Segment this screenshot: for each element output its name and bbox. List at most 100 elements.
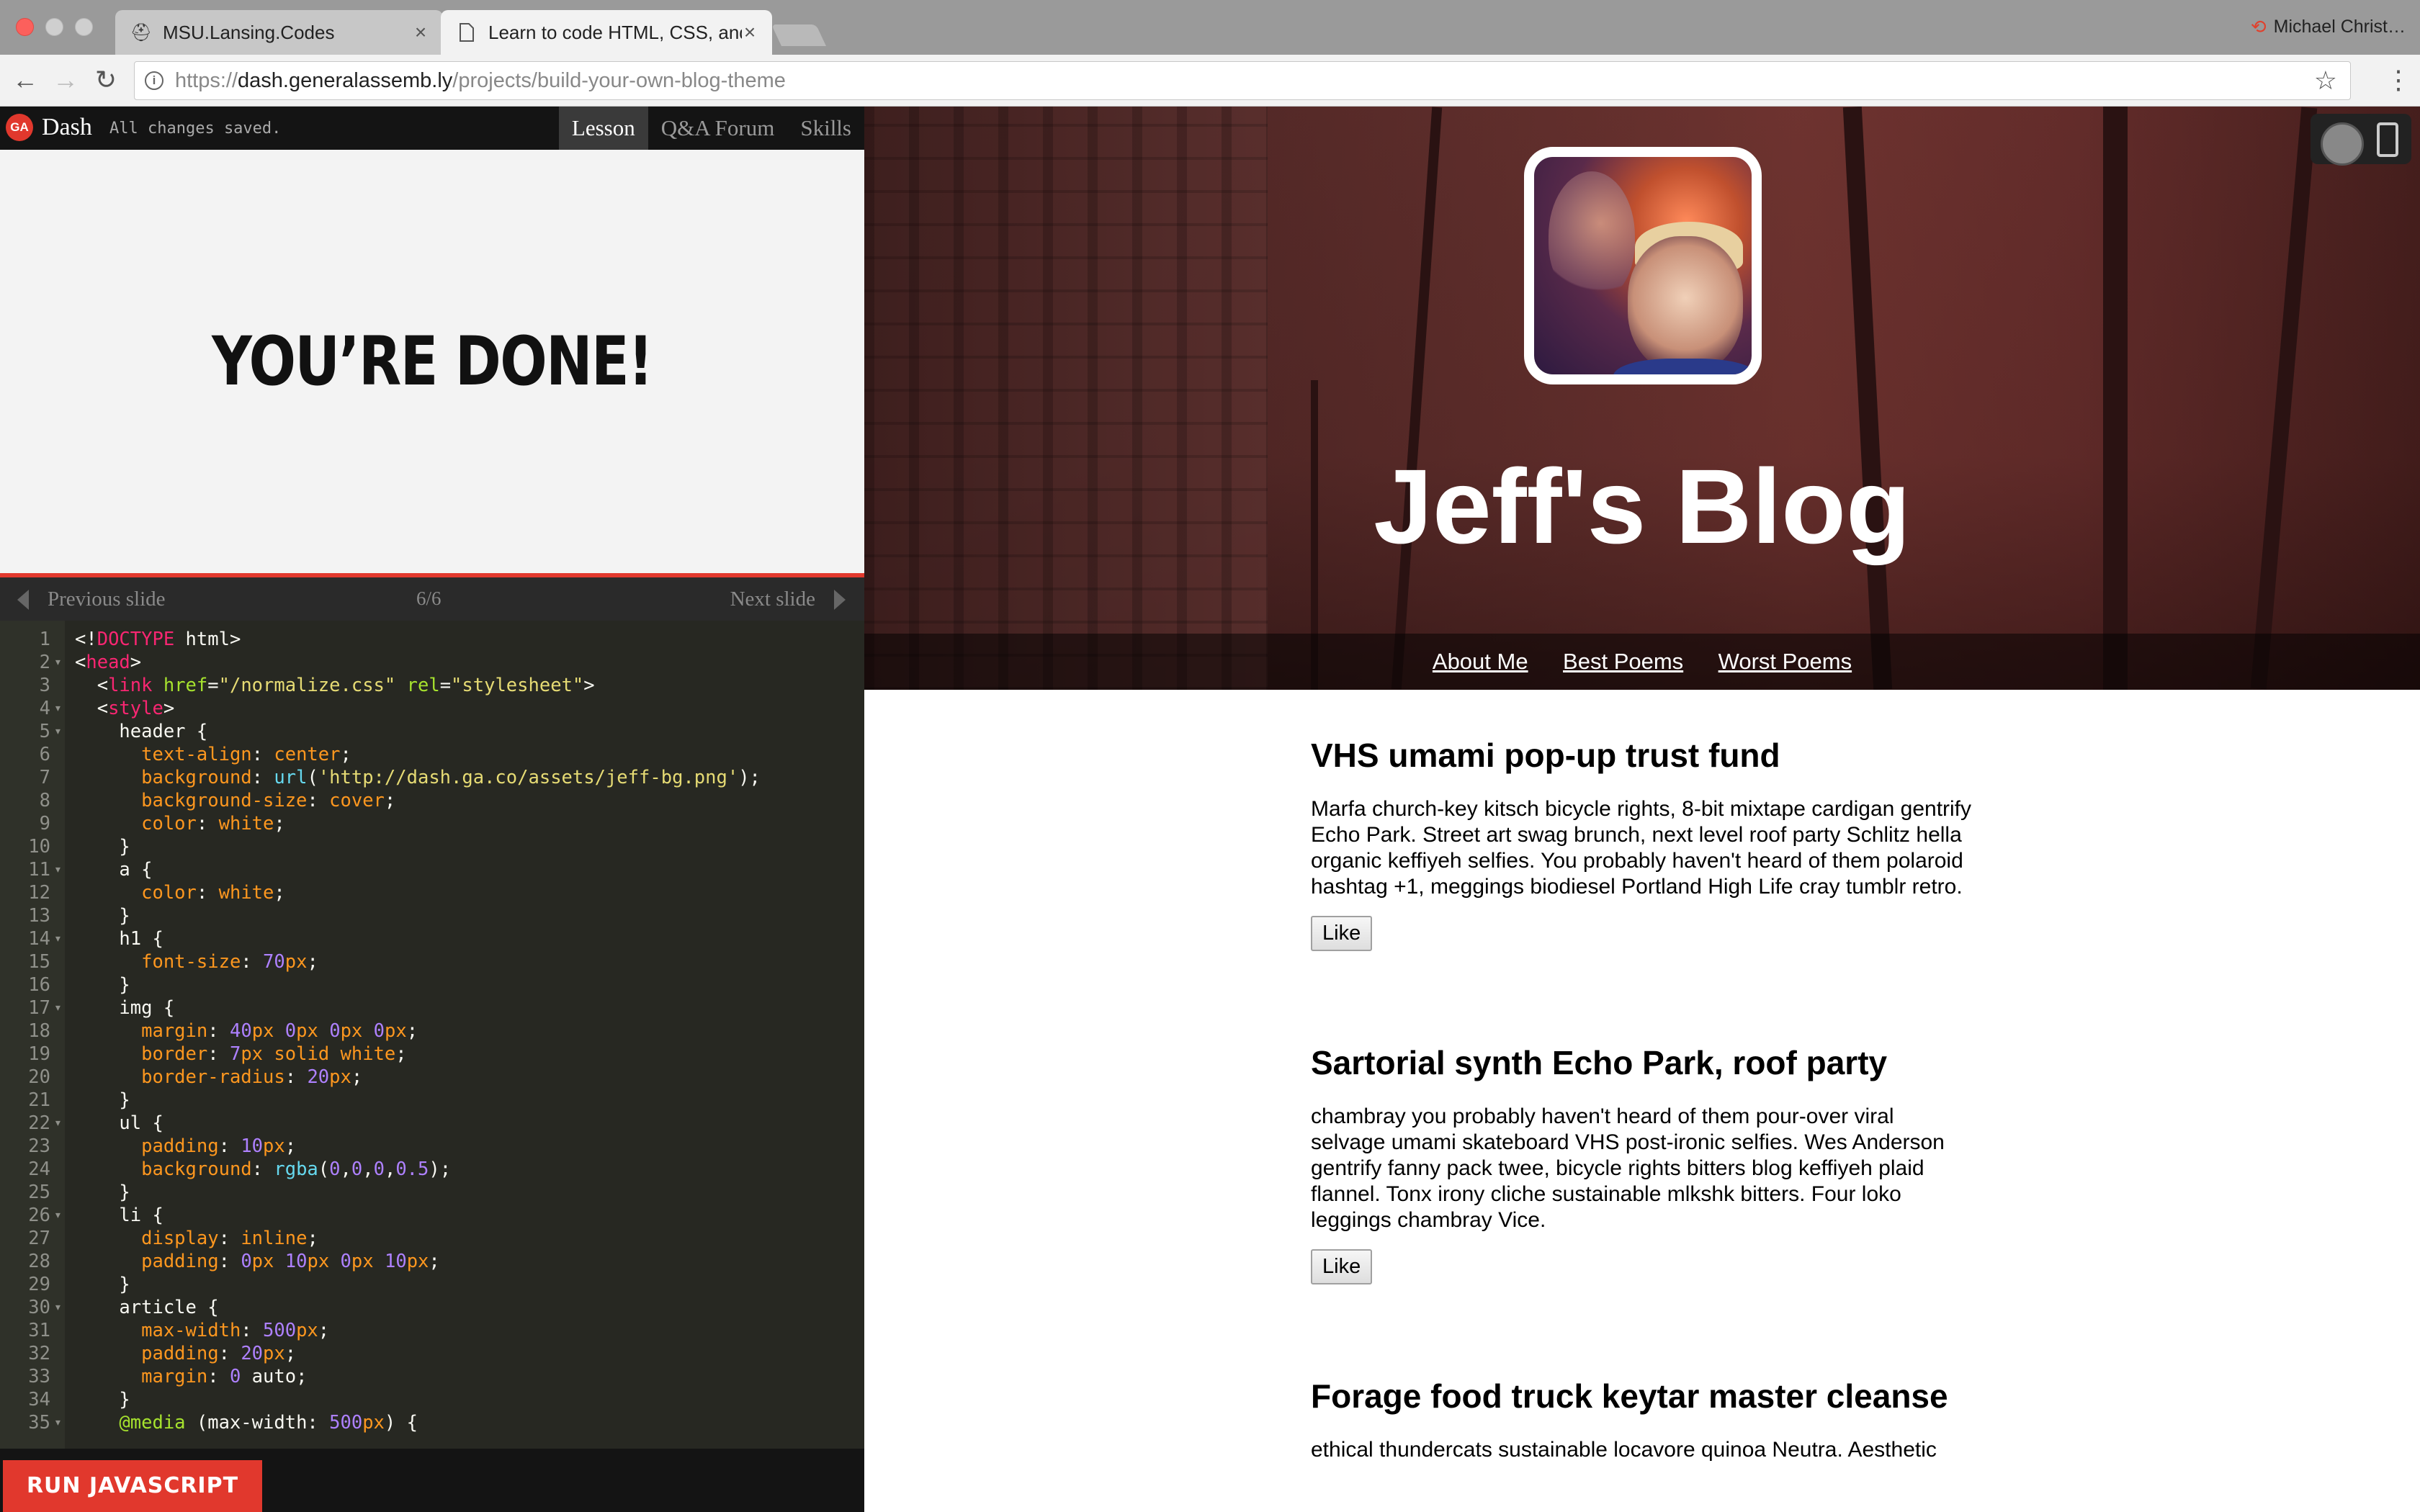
code-line[interactable]: 25 } bbox=[0, 1181, 864, 1204]
browser-tab-msu[interactable]: ⛑ MSU.Lansing.Codes × bbox=[115, 10, 443, 55]
mobile-view-icon[interactable] bbox=[2377, 122, 2398, 157]
code-text: <!DOCTYPE html> bbox=[75, 629, 241, 650]
code-line[interactable]: 19 border: 7px solid white; bbox=[0, 1043, 864, 1066]
code-text: margin: 40px 0px 0px 0px; bbox=[141, 1020, 418, 1042]
profile-name: Michael Christ… bbox=[2273, 17, 2406, 37]
code-text: ul { bbox=[75, 1112, 163, 1134]
nav-best-poems[interactable]: Best Poems bbox=[1563, 649, 1683, 674]
code-line[interactable]: 30 ▾ article { bbox=[0, 1296, 864, 1319]
fold-arrow-icon[interactable]: ▾ bbox=[54, 720, 62, 743]
close-window-button[interactable] bbox=[16, 18, 34, 36]
code-line[interactable]: 6 text-align: center; bbox=[0, 743, 864, 766]
code-line[interactable]: 32 padding: 20px; bbox=[0, 1342, 864, 1365]
run-javascript-button[interactable]: RUN JAVASCRIPT bbox=[3, 1460, 262, 1512]
code-line[interactable]: 33 margin: 0 auto; bbox=[0, 1365, 864, 1388]
code-text: background: url('http://dash.ga.co/asset… bbox=[141, 767, 761, 788]
profile-button[interactable]: ⟲ Michael Christ… bbox=[2251, 16, 2406, 38]
line-number: 34 bbox=[28, 1389, 50, 1410]
code-line[interactable]: 27 display: inline; bbox=[0, 1227, 864, 1250]
code-line[interactable]: 35 ▾ @media (max-width: 500px) { bbox=[0, 1411, 864, 1434]
previous-slide-button[interactable]: Previous slide bbox=[17, 588, 166, 611]
fold-arrow-icon[interactable]: ▾ bbox=[54, 697, 62, 720]
line-number: 19 bbox=[28, 1043, 50, 1065]
ga-logo[interactable]: GA bbox=[6, 114, 33, 141]
browser-tab-dash[interactable]: Learn to code HTML, CSS, and × bbox=[441, 10, 772, 55]
code-line[interactable]: 28 padding: 0px 10px 0px 10px; bbox=[0, 1250, 864, 1273]
close-tab-icon[interactable]: × bbox=[413, 21, 429, 44]
code-text: header { bbox=[75, 721, 208, 742]
new-tab-button[interactable] bbox=[771, 24, 826, 46]
line-number: 24 bbox=[28, 1158, 50, 1180]
fold-arrow-icon[interactable]: ▾ bbox=[54, 996, 62, 1020]
code-line[interactable]: 34 } bbox=[0, 1388, 864, 1411]
fold-arrow-icon[interactable]: ▾ bbox=[54, 927, 62, 950]
line-number: 30 bbox=[28, 1297, 50, 1318]
line-number: 18 bbox=[28, 1020, 50, 1042]
nav-worst-poems[interactable]: Worst Poems bbox=[1718, 649, 1852, 674]
code-line[interactable]: 20 border-radius: 20px; bbox=[0, 1066, 864, 1089]
fold-arrow-icon[interactable]: ▾ bbox=[54, 1411, 62, 1434]
code-line[interactable]: 11 ▾ a { bbox=[0, 858, 864, 881]
minimize-window-button[interactable] bbox=[45, 18, 63, 36]
tab-qa-forum[interactable]: Q&A Forum bbox=[648, 107, 788, 150]
code-line[interactable]: 14 ▾ h1 { bbox=[0, 927, 864, 950]
blog-title: Jeff's Blog bbox=[1373, 448, 1911, 566]
fold-arrow-icon[interactable]: ▾ bbox=[54, 1112, 62, 1135]
line-number: 32 bbox=[28, 1343, 50, 1364]
code-line[interactable]: 17 ▾ img { bbox=[0, 996, 864, 1020]
code-line[interactable]: 29 } bbox=[0, 1273, 864, 1296]
close-tab-icon[interactable]: × bbox=[742, 21, 758, 44]
like-button[interactable]: Like bbox=[1311, 916, 1373, 951]
info-icon[interactable]: i bbox=[145, 71, 163, 90]
code-editor[interactable]: 1 <!DOCTYPE html> 2 ▾ <head> 3 <link href="/n… bbox=[0, 621, 864, 1449]
back-arrow-icon[interactable]: ← bbox=[7, 62, 43, 98]
lesson-slide: YOU’RE DONE! bbox=[0, 150, 864, 577]
code-line[interactable]: 2 ▾ <head> bbox=[0, 651, 864, 674]
like-button[interactable]: Like bbox=[1311, 1249, 1373, 1284]
code-line[interactable]: 9 color: white; bbox=[0, 812, 864, 835]
code-line[interactable]: 8 background-size: cover; bbox=[0, 789, 864, 812]
line-number: 14 bbox=[28, 928, 50, 950]
tab-lesson[interactable]: Lesson bbox=[558, 107, 648, 150]
desktop-view-toggle[interactable] bbox=[2321, 122, 2364, 166]
address-bar[interactable]: i https://dash.generalassemb.ly/projects… bbox=[134, 61, 2351, 100]
code-line[interactable]: 15 font-size: 70px; bbox=[0, 950, 864, 973]
fold-arrow-icon[interactable]: ▾ bbox=[54, 651, 62, 674]
code-text: article { bbox=[75, 1297, 219, 1318]
code-line[interactable]: 22 ▾ ul { bbox=[0, 1112, 864, 1135]
code-line[interactable]: 1 <!DOCTYPE html> bbox=[0, 628, 864, 651]
fold-arrow-icon[interactable]: ▾ bbox=[54, 1296, 62, 1319]
code-line[interactable]: 21 } bbox=[0, 1089, 864, 1112]
maximize-window-button[interactable] bbox=[75, 18, 93, 36]
code-text: display: inline; bbox=[141, 1228, 318, 1249]
code-text: padding: 10px; bbox=[141, 1135, 297, 1157]
fold-arrow-icon[interactable]: ▾ bbox=[54, 858, 62, 881]
line-number: 27 bbox=[28, 1228, 50, 1249]
url-scheme: https:// bbox=[175, 68, 238, 92]
code-line[interactable]: 7 background: url('http://dash.ga.co/ass… bbox=[0, 766, 864, 789]
nav-about-me[interactable]: About Me bbox=[1433, 649, 1528, 674]
browser-menu-icon[interactable]: ⋮ bbox=[2385, 62, 2411, 98]
code-line[interactable]: 12 color: white; bbox=[0, 881, 864, 904]
code-line[interactable]: 24 background: rgba(0,0,0,0.5); bbox=[0, 1158, 864, 1181]
code-text: } bbox=[75, 1389, 130, 1410]
next-slide-button[interactable]: Next slide bbox=[730, 588, 846, 611]
bookmark-star-icon[interactable]: ☆ bbox=[2314, 66, 2337, 96]
code-line[interactable]: 23 padding: 10px; bbox=[0, 1135, 864, 1158]
fold-arrow-icon[interactable]: ▾ bbox=[54, 1204, 62, 1227]
code-line[interactable]: 16 } bbox=[0, 973, 864, 996]
tab-skills[interactable]: Skills bbox=[787, 107, 864, 150]
code-line[interactable]: 10 } bbox=[0, 835, 864, 858]
code-line[interactable]: 13 } bbox=[0, 904, 864, 927]
code-line[interactable]: 18 margin: 40px 0px 0px 0px; bbox=[0, 1020, 864, 1043]
reload-icon[interactable]: ↻ bbox=[88, 62, 124, 98]
code-line[interactable]: 31 max-width: 500px; bbox=[0, 1319, 864, 1342]
line-number: 7 bbox=[39, 767, 50, 788]
code-line[interactable]: 5 ▾ header { bbox=[0, 720, 864, 743]
code-line[interactable]: 4 ▾ <style> bbox=[0, 697, 864, 720]
article-list: VHS umami pop-up trust fund Marfa church… bbox=[1282, 690, 2002, 1508]
article: Forage food truck keytar master cleanse … bbox=[1282, 1331, 2002, 1508]
code-line[interactable]: 26 ▾ li { bbox=[0, 1204, 864, 1227]
code-line[interactable]: 3 <link href="/normalize.css" rel="style… bbox=[0, 674, 864, 697]
forward-arrow-icon[interactable]: → bbox=[48, 62, 84, 98]
